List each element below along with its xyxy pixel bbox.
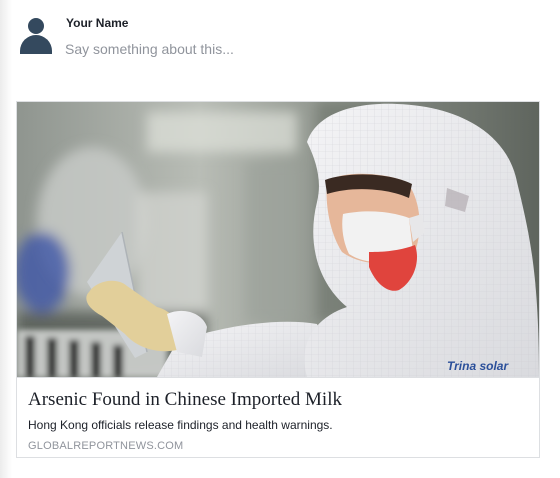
link-preview-body: Arsenic Found in Chinese Imported Milk H…: [17, 377, 539, 457]
link-preview-description: Hong Kong officials release findings and…: [28, 418, 333, 432]
avatar-head: [28, 18, 44, 34]
user-name: Your Name: [66, 16, 129, 30]
link-preview-image: Trina solar: [17, 102, 539, 377]
link-preview-title[interactable]: Arsenic Found in Chinese Imported Milk: [28, 389, 342, 411]
avatar-shoulders: [20, 35, 52, 54]
link-preview-domain: GLOBALREPORTNEWS.COM: [28, 440, 184, 452]
share-message-input[interactable]: [65, 39, 525, 59]
image-logo-text: Trina solar: [447, 359, 509, 373]
link-preview-card[interactable]: Trina solar Arsenic Found in Chinese Imp…: [16, 101, 540, 458]
user-silhouette-icon: [20, 18, 52, 54]
share-composer: Your Name: [0, 0, 560, 90]
